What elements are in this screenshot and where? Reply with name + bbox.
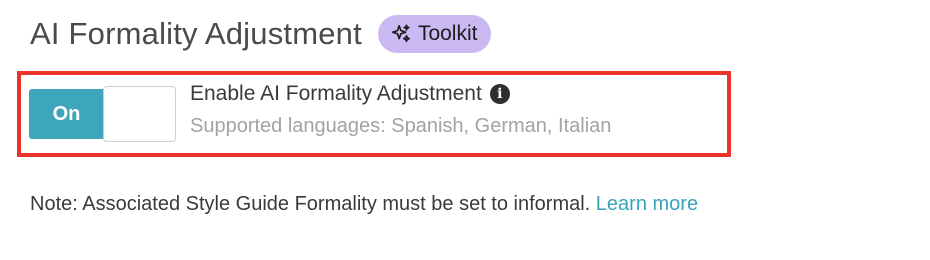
setting-label: Enable AI Formality Adjustment <box>190 82 482 105</box>
toggle-knob[interactable] <box>103 86 176 142</box>
learn-more-link[interactable]: Learn more <box>596 193 698 215</box>
sparkle-icon <box>390 23 412 45</box>
setting-label-row: Enable AI Formality Adjustment i <box>190 82 510 106</box>
supported-languages: Supported languages: Spanish, German, It… <box>190 115 612 137</box>
formality-toggle[interactable]: On <box>29 86 176 142</box>
info-icon[interactable]: i <box>489 84 510 104</box>
toggle-on-label: On <box>29 89 104 139</box>
header: AI Formality Adjustment Toolkit <box>30 15 492 53</box>
note-row: Note: Associated Style Guide Formality m… <box>30 193 698 216</box>
toolkit-badge-label: Toolkit <box>417 22 478 45</box>
page-title: AI Formality Adjustment <box>30 16 362 51</box>
toolkit-badge: Toolkit <box>377 15 492 53</box>
note-text: Note: Associated Style Guide Formality m… <box>30 193 591 215</box>
